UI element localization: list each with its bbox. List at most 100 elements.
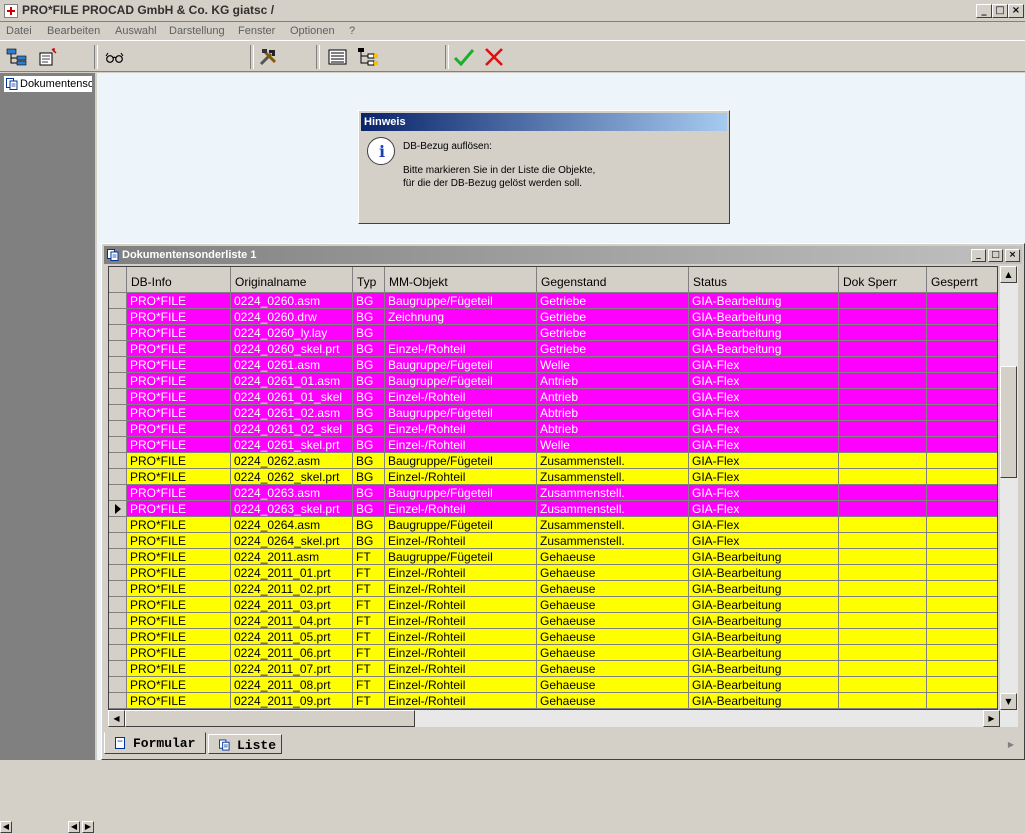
row-indicator[interactable] <box>109 293 127 309</box>
table-cell[interactable] <box>927 469 997 485</box>
table-cell[interactable]: Zeichnung <box>385 309 537 325</box>
column-header[interactable]: DB-Info <box>127 267 231 293</box>
table-cell[interactable] <box>839 309 927 325</box>
table-cell[interactable]: BG <box>353 341 385 357</box>
table-cell[interactable] <box>839 453 927 469</box>
table-cell[interactable]: Abtrieb <box>537 421 689 437</box>
row-indicator[interactable] <box>109 677 127 693</box>
table-cell[interactable]: 0224_2011_01.prt <box>231 565 353 581</box>
table-cell[interactable]: GIA-Flex <box>689 533 839 549</box>
row-indicator[interactable] <box>109 309 127 325</box>
table-cell[interactable]: 0224_0260.asm <box>231 293 353 309</box>
table-row[interactable]: PRO*FILE 0224_0261_01.asm BG Baugruppe/Füge… <box>109 373 997 389</box>
table-row[interactable]: PRO*FILE 0224_0264_skel.prt BG Einzel-/Roht… <box>109 533 997 549</box>
table-cell[interactable] <box>839 661 927 677</box>
table-cell[interactable]: PRO*FILE <box>127 677 231 693</box>
table-cell[interactable]: 0224_0262_skel.prt <box>231 469 353 485</box>
table-cell[interactable]: Getriebe <box>537 325 689 341</box>
table-row[interactable]: PRO*FILE 0224_0260.drw BG Zeichnung Getriebe… <box>109 309 997 325</box>
table-cell[interactable]: Einzel-/Rohteil <box>385 661 537 677</box>
table-cell[interactable]: GIA-Flex <box>689 405 839 421</box>
table-cell[interactable]: Gehaeuse <box>537 581 689 597</box>
table-cell[interactable]: Einzel-/Rohteil <box>385 469 537 485</box>
scroll-left-icon[interactable]: ◀ <box>0 821 12 833</box>
column-header[interactable]: Dok Sperr <box>839 267 927 293</box>
table-cell[interactable] <box>927 613 997 629</box>
table-cell[interactable]: GIA-Flex <box>689 389 839 405</box>
table-row[interactable]: PRO*FILE 0224_0261_01_skel BG Einzel-/Rohte… <box>109 389 997 405</box>
table-cell[interactable]: GIA-Bearbeitung <box>689 549 839 565</box>
table-cell[interactable]: Abtrieb <box>537 405 689 421</box>
table-cell[interactable] <box>927 629 997 645</box>
glasses-icon[interactable] <box>104 47 126 67</box>
row-indicator[interactable] <box>109 485 127 501</box>
table-cell[interactable]: 0224_0260.drw <box>231 309 353 325</box>
table-cell[interactable]: BG <box>353 373 385 389</box>
menu-datei[interactable]: Datei <box>6 25 32 37</box>
table-cell[interactable] <box>839 357 927 373</box>
table-cell[interactable]: Gehaeuse <box>537 613 689 629</box>
table-cell[interactable]: Antrieb <box>537 373 689 389</box>
table-row[interactable]: PRO*FILE 0224_0261_02.asm BG Baugruppe/Füge… <box>109 405 997 421</box>
row-indicator[interactable] <box>109 597 127 613</box>
table-cell[interactable]: PRO*FILE <box>127 405 231 421</box>
table-cell[interactable]: GIA-Bearbeitung <box>689 565 839 581</box>
tree-structure-icon[interactable] <box>357 47 379 67</box>
table-cell[interactable] <box>839 469 927 485</box>
table-row[interactable]: PRO*FILE 0224_0261_02_skel BG Einzel-/Rohte… <box>109 421 997 437</box>
table-cell[interactable]: Welle <box>537 437 689 453</box>
table-cell[interactable]: PRO*FILE <box>127 309 231 325</box>
table-cell[interactable] <box>927 309 997 325</box>
table-cell[interactable]: Gehaeuse <box>537 629 689 645</box>
table-cell[interactable]: BG <box>353 469 385 485</box>
table-cell[interactable]: GIA-Bearbeitung <box>689 581 839 597</box>
row-indicator[interactable] <box>109 373 127 389</box>
table-cell[interactable] <box>839 517 927 533</box>
table-cell[interactable] <box>927 389 997 405</box>
tab-formular[interactable]: Formular <box>104 732 206 754</box>
table-cell[interactable] <box>839 373 927 389</box>
table-cell[interactable]: BG <box>353 357 385 373</box>
table-cell[interactable] <box>927 421 997 437</box>
row-indicator[interactable] <box>109 517 127 533</box>
table-cell[interactable]: Einzel-/Rohteil <box>385 597 537 613</box>
table-cell[interactable] <box>839 629 927 645</box>
tree-view-icon[interactable] <box>6 47 28 67</box>
table-cell[interactable]: Welle <box>537 357 689 373</box>
table-cell[interactable] <box>839 293 927 309</box>
table-cell[interactable] <box>839 533 927 549</box>
table-cell[interactable]: PRO*FILE <box>127 389 231 405</box>
table-cell[interactable]: 0224_0262.asm <box>231 453 353 469</box>
table-cell[interactable] <box>927 565 997 581</box>
table-cell[interactable]: Einzel-/Rohteil <box>385 693 537 709</box>
table-cell[interactable] <box>839 405 927 421</box>
table-cell[interactable] <box>839 501 927 517</box>
table-cell[interactable]: PRO*FILE <box>127 533 231 549</box>
scroll-right-icon[interactable]: ▶ <box>82 821 94 833</box>
table-cell[interactable] <box>839 421 927 437</box>
table-cell[interactable] <box>839 597 927 613</box>
table-cell[interactable]: BG <box>353 405 385 421</box>
table-cell[interactable]: 0224_0261_02.asm <box>231 405 353 421</box>
grid-hscroll[interactable]: ◀ ▶ <box>108 710 1018 727</box>
row-indicator[interactable] <box>109 645 127 661</box>
table-cell[interactable] <box>927 693 997 709</box>
table-cell[interactable]: PRO*FILE <box>127 325 231 341</box>
table-cell[interactable]: GIA-Bearbeitung <box>689 613 839 629</box>
table-row[interactable]: PRO*FILE 0224_0261.asm BG Baugruppe/Fügetei… <box>109 357 997 373</box>
menu-darstellung[interactable]: Darstellung <box>169 25 225 37</box>
vscroll-thumb[interactable] <box>1000 366 1017 478</box>
table-cell[interactable]: BG <box>353 533 385 549</box>
table-row[interactable]: PRO*FILE 0224_0262_skel.prt BG Einzel-/Roht… <box>109 469 997 485</box>
table-cell[interactable]: 0224_2011_03.prt <box>231 597 353 613</box>
menu-bearbeiten[interactable]: Bearbeiten <box>47 25 100 37</box>
table-cell[interactable] <box>927 517 997 533</box>
row-indicator[interactable] <box>109 693 127 709</box>
table-cell[interactable]: 0224_0260_ly.lay <box>231 325 353 341</box>
table-row[interactable]: PRO*FILE 0224_0263.asm BG Baugruppe/Fügetei… <box>109 485 997 501</box>
table-cell[interactable]: GIA-Bearbeitung <box>689 309 839 325</box>
scroll-left-icon[interactable]: ◀ <box>108 710 125 727</box>
table-cell[interactable] <box>839 549 927 565</box>
grid-vscroll[interactable]: ▲ ▼ <box>1000 266 1018 710</box>
table-cell[interactable]: BG <box>353 453 385 469</box>
